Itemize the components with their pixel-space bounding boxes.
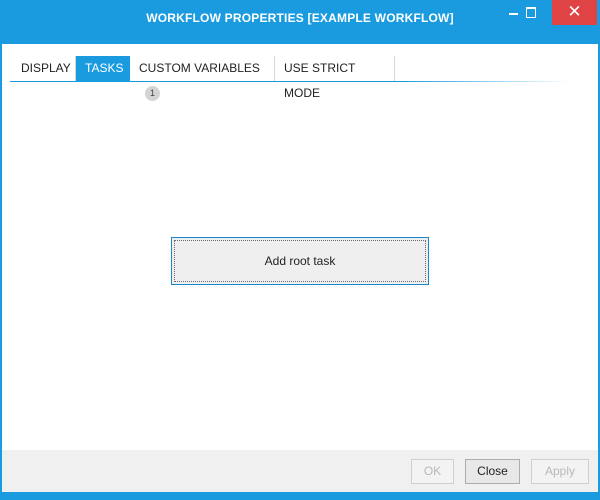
tab-custom-variables-label: CUSTOM VARIABLES (139, 61, 260, 75)
dialog-content: DISPLAY TASKS CUSTOM VARIABLES 1 USE STRI… (2, 44, 598, 492)
close-button[interactable]: Close (465, 459, 520, 484)
ok-button[interactable]: OK (411, 459, 454, 484)
maximize-button[interactable] (518, 0, 548, 25)
custom-variables-count-badge: 1 (145, 86, 160, 101)
apply-button[interactable]: Apply (531, 459, 589, 484)
dialog-footer: OK Close Apply (2, 450, 598, 492)
tab-strip: DISPLAY TASKS CUSTOM VARIABLES 1 USE STRI… (10, 56, 590, 101)
add-root-task-button[interactable]: Add root task (171, 237, 429, 285)
maximize-icon (526, 7, 536, 18)
title-bar[interactable]: WORKFLOW PROPERTIES [EXAMPLE WORKFLOW] ✕ (0, 0, 600, 38)
tab-display[interactable]: DISPLAY (12, 56, 76, 81)
tab-custom-variables[interactable]: CUSTOM VARIABLES 1 (130, 56, 275, 101)
tab-tasks[interactable]: TASKS (76, 56, 130, 81)
add-root-task-label: Add root task (264, 254, 336, 268)
close-icon: ✕ (567, 2, 582, 22)
minimize-icon (509, 13, 518, 15)
tab-underline (10, 81, 570, 82)
tab-tasks-label: TASKS (85, 61, 124, 75)
tab-display-label: DISPLAY (21, 61, 71, 75)
close-window-button[interactable]: ✕ (552, 0, 597, 25)
tab-use-strict-mode[interactable]: USE STRICT MODE (275, 56, 395, 100)
workflow-properties-window: WORKFLOW PROPERTIES [EXAMPLE WORKFLOW] ✕… (0, 0, 600, 500)
